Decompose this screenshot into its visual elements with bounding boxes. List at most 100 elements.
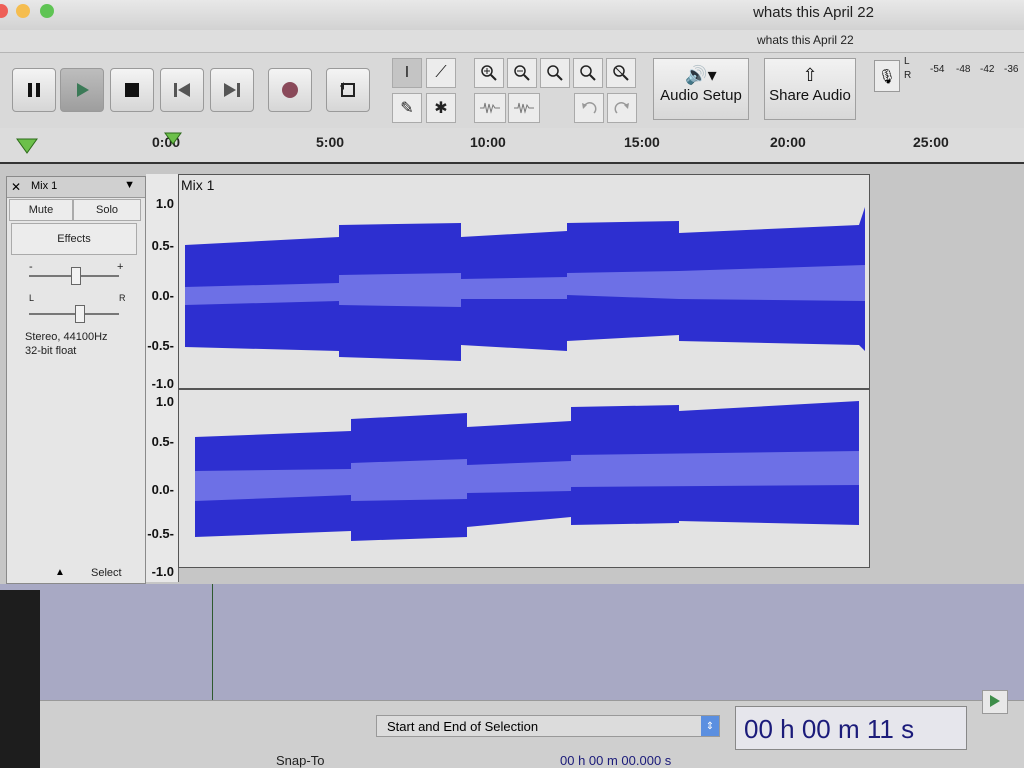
ruler-tick: 15:00	[624, 134, 660, 150]
loop-icon	[340, 82, 355, 97]
waveform-right-channel	[195, 401, 859, 541]
timeline-ruler[interactable]: 0:00 5:00 10:00 15:00 20:00 25:00	[0, 128, 1024, 164]
cursor-line	[212, 584, 213, 704]
ruler-tick: 5:00	[316, 134, 345, 150]
scale-label: 1.0	[155, 196, 174, 211]
speaker-icon: 🔊▾	[685, 65, 717, 85]
effects-button[interactable]: Effects	[11, 223, 137, 255]
pan-right-label: R	[119, 293, 126, 303]
zoom-toggle-button[interactable]	[606, 58, 636, 88]
skip-to-start-button[interactable]	[160, 68, 204, 112]
multi-tool[interactable]: ✱	[426, 93, 456, 123]
envelope-icon: ⟋	[435, 64, 447, 81]
title-bar: whats this April 22	[0, 0, 1024, 31]
scale-label: -1.0	[151, 376, 174, 391]
pause-button[interactable]	[12, 68, 56, 112]
loop-button[interactable]	[326, 68, 370, 112]
minimize-window-button[interactable]	[16, 4, 30, 18]
audio-position-display[interactable]: 00 h 00 m 11 s	[735, 706, 967, 750]
trim-audio-icon	[480, 102, 500, 114]
recording-meter[interactable]: 🎙 L R -54 -48 -42 -36	[872, 56, 1024, 96]
fit-selection-button[interactable]	[540, 58, 570, 88]
scale-label: 1.0	[155, 394, 174, 409]
selection-mode-dropdown[interactable]: Start and End of Selection ⇕	[376, 715, 720, 737]
play-at-speed-button[interactable]	[982, 690, 1008, 714]
gain-slider-thumb[interactable]	[71, 267, 81, 285]
stop-icon	[125, 83, 139, 97]
draw-tool[interactable]: ✎	[392, 93, 422, 123]
play-head-marker-icon	[16, 138, 38, 154]
track-name[interactable]: Mix 1	[31, 180, 57, 192]
pan-left-label: L	[29, 293, 35, 303]
pencil-icon: ✎	[400, 100, 414, 117]
dropdown-chevron-icon: ⇕	[701, 716, 719, 736]
amplitude-scale[interactable]: 1.0 0.5- 0.0- -0.5- -1.0 1.0 0.5- 0.0- -…	[146, 174, 179, 582]
meter-left-label: L	[904, 56, 910, 67]
gain-plus-label: +	[117, 261, 124, 273]
redo-button[interactable]	[607, 93, 637, 123]
zoom-out-button[interactable]	[507, 58, 537, 88]
share-audio-label: Share Audio	[769, 87, 851, 104]
track-format-info: Stereo, 44100Hz	[25, 331, 108, 343]
scale-label: -1.0	[151, 564, 174, 579]
meter-tick: -42	[980, 64, 995, 75]
close-window-button[interactable]	[0, 4, 8, 18]
zoom-in-button[interactable]	[474, 58, 504, 88]
silence-audio-button[interactable]	[508, 93, 540, 123]
selection-tool[interactable]: I	[392, 58, 422, 88]
redo-icon	[614, 102, 629, 114]
undo-button[interactable]	[574, 93, 604, 123]
zoom-fit-project-icon	[580, 65, 596, 81]
mute-button[interactable]: Mute	[9, 199, 73, 221]
scale-label: -0.5-	[147, 338, 174, 353]
zoom-in-icon	[481, 65, 497, 81]
audacity-window: whats this April 22 whats this April 22 …	[0, 0, 1024, 768]
waveform-left-channel	[185, 207, 865, 361]
effects-label: Effects	[57, 233, 91, 245]
empty-track-space[interactable]	[0, 584, 1024, 704]
track-bit-depth-info: 32-bit float	[25, 345, 77, 357]
scale-label: -0.5-	[147, 526, 174, 541]
play-button[interactable]	[60, 68, 104, 112]
audio-clip[interactable]: Mix 1	[178, 174, 870, 568]
track-header: ✕ Mix 1 ▼	[7, 177, 145, 198]
pan-slider-thumb[interactable]	[75, 305, 85, 323]
pause-icon	[28, 83, 40, 97]
zoom-window-button[interactable]	[40, 4, 54, 18]
fit-project-button[interactable]	[573, 58, 603, 88]
asterisk-icon: ✱	[434, 100, 448, 117]
select-track-button[interactable]: Select	[91, 567, 122, 579]
mute-label: Mute	[28, 204, 54, 216]
playhead-handle-icon[interactable]	[164, 132, 182, 150]
selection-mode-value: Start and End of Selection	[387, 719, 539, 734]
waveform	[179, 207, 869, 541]
play-at-speed-icon	[990, 695, 1000, 707]
collapse-track-icon[interactable]: ▲	[55, 567, 65, 578]
stop-button[interactable]	[110, 68, 154, 112]
skip-to-end-button[interactable]	[210, 68, 254, 112]
selection-start-value[interactable]: 00 h 00 m 00.000 s	[560, 753, 671, 768]
close-track-icon[interactable]: ✕	[11, 180, 21, 194]
skip-to-start-icon	[174, 83, 190, 97]
ruler-tick: 20:00	[770, 134, 806, 150]
share-audio-button[interactable]: ⇧ Share Audio	[764, 58, 856, 120]
trim-outside-button[interactable]	[474, 93, 506, 123]
ruler-tick: 10:00	[470, 134, 506, 150]
audio-setup-button[interactable]: 🔊▾ Audio Setup	[653, 58, 749, 120]
zoom-fit-selection-icon	[547, 65, 563, 81]
solo-button[interactable]: Solo	[73, 199, 141, 221]
envelope-tool[interactable]: ⟋	[426, 58, 456, 88]
snap-to-label: Snap-To	[276, 753, 325, 768]
play-icon	[77, 83, 89, 97]
project-subtitle-bar: whats this April 22	[0, 30, 1024, 53]
track-menu-chevron-down-icon[interactable]: ▼	[124, 179, 135, 191]
scale-label: 0.5-	[151, 434, 174, 449]
zoom-toggle-icon	[613, 65, 629, 81]
window-title: whats this April 22	[753, 4, 874, 21]
record-icon	[282, 82, 298, 98]
record-button[interactable]	[268, 68, 312, 112]
pan-slider[interactable]	[29, 313, 119, 315]
meter-tick: -48	[956, 64, 971, 75]
gain-minus-label: -	[29, 261, 33, 273]
undo-icon	[582, 102, 597, 114]
